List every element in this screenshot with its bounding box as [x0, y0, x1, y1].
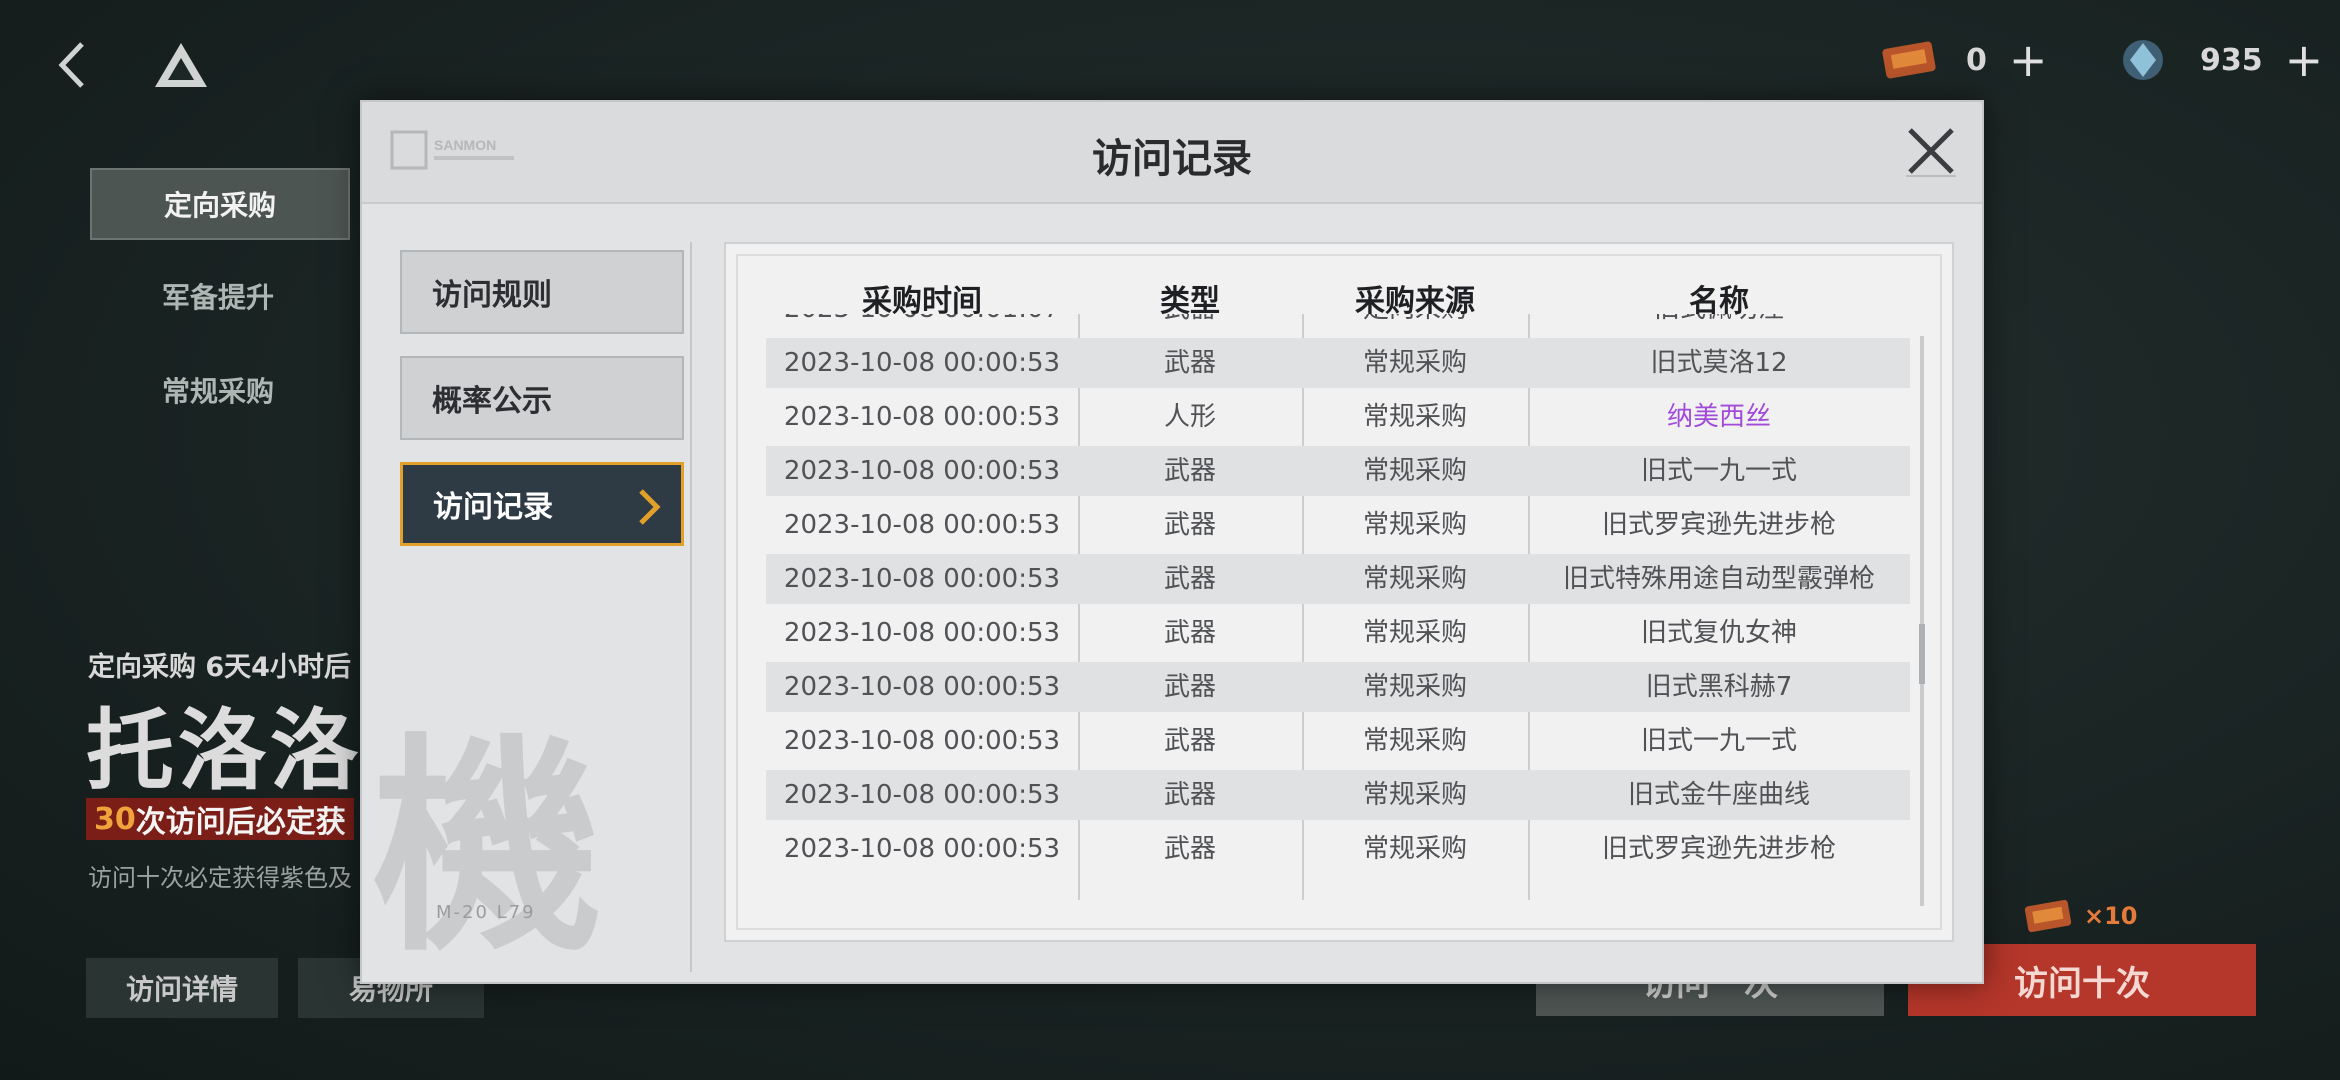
add-ticket-button[interactable]: + — [2009, 37, 2048, 83]
ticket-icon — [1882, 41, 1936, 79]
watermark-code: M-20 L79 — [436, 902, 536, 923]
cell-time: 2023-10-08 00:00:53 — [783, 618, 1061, 648]
cell-time: 2023-10-08 00:00:53 — [783, 402, 1061, 432]
tab-regular-procurement[interactable]: 常规采购 — [90, 356, 346, 424]
cell-source: 常规采购 — [1362, 672, 1467, 702]
side-menu: 访问规则 概率公示 访问记录 — [400, 250, 690, 568]
watermark-kanji: 機 — [372, 713, 603, 983]
close-icon[interactable] — [1902, 122, 1960, 180]
table-row: 2023-10-08 00:00:53 人形 常规采购 纳美西丝 — [766, 392, 1910, 442]
cell-type: 武器 — [1078, 314, 1302, 334]
cell-name: 旧式佩切涅 — [1528, 314, 1910, 334]
table-row: 2023-10-08 00:00:53 武器 常规采购 旧式莫洛12 — [766, 338, 1910, 388]
cell-name: 旧式莫洛12 — [1650, 348, 1788, 378]
tab-targeted-procurement[interactable]: 定向采购 — [90, 168, 350, 240]
table-row: 2023-10-08 00:00:53 武器 常规采购 旧式一九一式 — [766, 716, 1910, 766]
crystal-icon — [2123, 40, 2163, 80]
cell-type: 武器 — [1163, 834, 1216, 864]
cell-source: 常规采购 — [1362, 780, 1467, 810]
side-item-visit-record[interactable]: 访问记录 — [400, 462, 684, 546]
modal-title: 访问记录 — [1092, 136, 1252, 182]
cell-time: 2023-10-08 00:00:53 — [783, 456, 1061, 486]
visit-record-modal: SANMON 访问记录 機 M-20 L79 访问规则 概率公示 访问记录 采购… — [360, 100, 1984, 984]
cell-source: 定向采购 — [1302, 314, 1528, 334]
side-item-visit-rules[interactable]: 访问规则 — [400, 250, 684, 334]
cell-source: 常规采购 — [1362, 834, 1467, 864]
cell-time: 2023-10-08 00:00:53 — [783, 834, 1061, 864]
banner-description: 访问十次必定获得紫色及 — [88, 864, 352, 892]
currency-ticket: 0 + — [1878, 30, 2047, 90]
cell-type: 武器 — [1163, 456, 1216, 486]
cell-name: 旧式特殊用途自动型霰弹枪 — [1562, 564, 1875, 594]
table-body[interactable]: 2023-10-08 00:01:07武器定向采购旧式佩切涅2023-10-08… — [726, 314, 1952, 874]
cell-name: 旧式复仇女神 — [1640, 618, 1797, 648]
cell-time: 2023-10-08 00:00:53 — [783, 348, 1061, 378]
guarantee-badge: 30 次访问后必定获 — [86, 798, 354, 840]
add-crystal-button[interactable]: + — [2285, 37, 2324, 83]
table-row: 2023-10-08 00:00:53 武器 常规采购 旧式金牛座曲线 — [766, 770, 1910, 820]
cell-time: 2023-10-08 00:00:53 — [783, 672, 1061, 702]
table-row: 2023-10-08 00:00:53 武器 常规采购 旧式罗宾逊先进步枪 — [766, 824, 1910, 874]
cell-type: 武器 — [1163, 726, 1216, 756]
scrollbar-track[interactable] — [1920, 336, 1924, 906]
divider — [690, 242, 692, 972]
cell-name: 旧式黑科赫7 — [1645, 672, 1793, 702]
banner-title: 托洛洛 — [86, 699, 363, 802]
cell-type: 武器 — [1163, 348, 1216, 378]
cell-type: 武器 — [1163, 780, 1216, 810]
cell-name: 旧式罗宾逊先进步枪 — [1601, 510, 1836, 540]
crystal-count: 935 — [2200, 42, 2263, 78]
cell-type: 武器 — [1163, 618, 1216, 648]
modal-header: SANMON 访问记录 — [362, 102, 1982, 204]
chevron-right-icon — [639, 489, 661, 525]
guarantee-number: 30 — [94, 801, 136, 837]
cell-time: 2023-10-08 00:00:53 — [783, 726, 1061, 756]
table-row: 2023-10-08 00:00:53 武器 常规采购 旧式黑科赫7 — [766, 662, 1910, 712]
home-logo-icon[interactable] — [152, 40, 210, 90]
table-row: 2023-10-08 00:00:53 武器 常规采购 旧式复仇女神 — [766, 608, 1910, 658]
cell-name: 旧式罗宾逊先进步枪 — [1601, 834, 1836, 864]
scrollbar-thumb[interactable] — [1919, 624, 1925, 684]
guarantee-text: 次访问后必定获 — [135, 805, 346, 840]
side-item-label: 访问规则 — [432, 278, 552, 313]
side-item-label: 概率公示 — [432, 384, 552, 419]
table-row: 2023-10-08 00:00:53 武器 常规采购 旧式罗宾逊先进步枪 — [766, 500, 1910, 550]
cell-source: 常规采购 — [1362, 564, 1467, 594]
tab-armament-upgrade[interactable]: 军备提升 — [90, 262, 346, 330]
side-item-label: 访问记录 — [433, 490, 553, 525]
cell-time: 2023-10-08 00:00:53 — [783, 564, 1061, 594]
ticket-count: 0 — [1966, 42, 1987, 78]
cell-type: 武器 — [1163, 564, 1216, 594]
table-row: 2023-10-08 00:01:07武器定向采购旧式佩切涅 — [766, 314, 1910, 334]
visit-details-button[interactable]: 访问详情 — [86, 958, 278, 1018]
ticket-icon — [2024, 899, 2072, 933]
back-arrow-icon[interactable] — [52, 40, 92, 90]
cell-time: 2023-10-08 00:00:53 — [783, 780, 1061, 810]
cell-source: 常规采购 — [1362, 402, 1467, 432]
cell-source: 常规采购 — [1362, 510, 1467, 540]
cell-source: 常规采购 — [1362, 618, 1467, 648]
cell-source: 常规采购 — [1362, 456, 1467, 486]
table-row: 2023-10-08 00:00:53 武器 常规采购 旧式特殊用途自动型霰弹枪 — [766, 554, 1910, 604]
cell-type: 武器 — [1163, 510, 1216, 540]
cell-time: 2023-10-08 00:00:53 — [783, 510, 1061, 540]
table-row: 2023-10-08 00:00:53 武器 常规采购 旧式一九一式 — [766, 446, 1910, 496]
cell-source: 常规采购 — [1362, 348, 1467, 378]
cell-name: 旧式一九一式 — [1640, 456, 1797, 486]
record-table-panel: 采购时间 类型 采购来源 名称 2023-10-08 00:01:07武器定向采… — [724, 242, 1954, 942]
cell-source: 常规采购 — [1362, 726, 1467, 756]
ten-cost-label: ×10 — [2084, 902, 2138, 930]
cell-time: 2023-10-08 00:01:07 — [766, 314, 1078, 334]
cell-name: 旧式一九一式 — [1640, 726, 1797, 756]
currency-crystal: 935 + — [2112, 30, 2323, 90]
cell-type: 人形 — [1163, 402, 1216, 432]
cell-type: 武器 — [1163, 672, 1216, 702]
cell-name: 旧式金牛座曲线 — [1627, 780, 1810, 810]
side-item-probability[interactable]: 概率公示 — [400, 356, 684, 440]
ten-visit-cost: ×10 — [2020, 896, 2138, 936]
banner-timer: 定向采购 6天4小时后 — [88, 652, 351, 683]
cell-name: 纳美西丝 — [1666, 402, 1771, 432]
